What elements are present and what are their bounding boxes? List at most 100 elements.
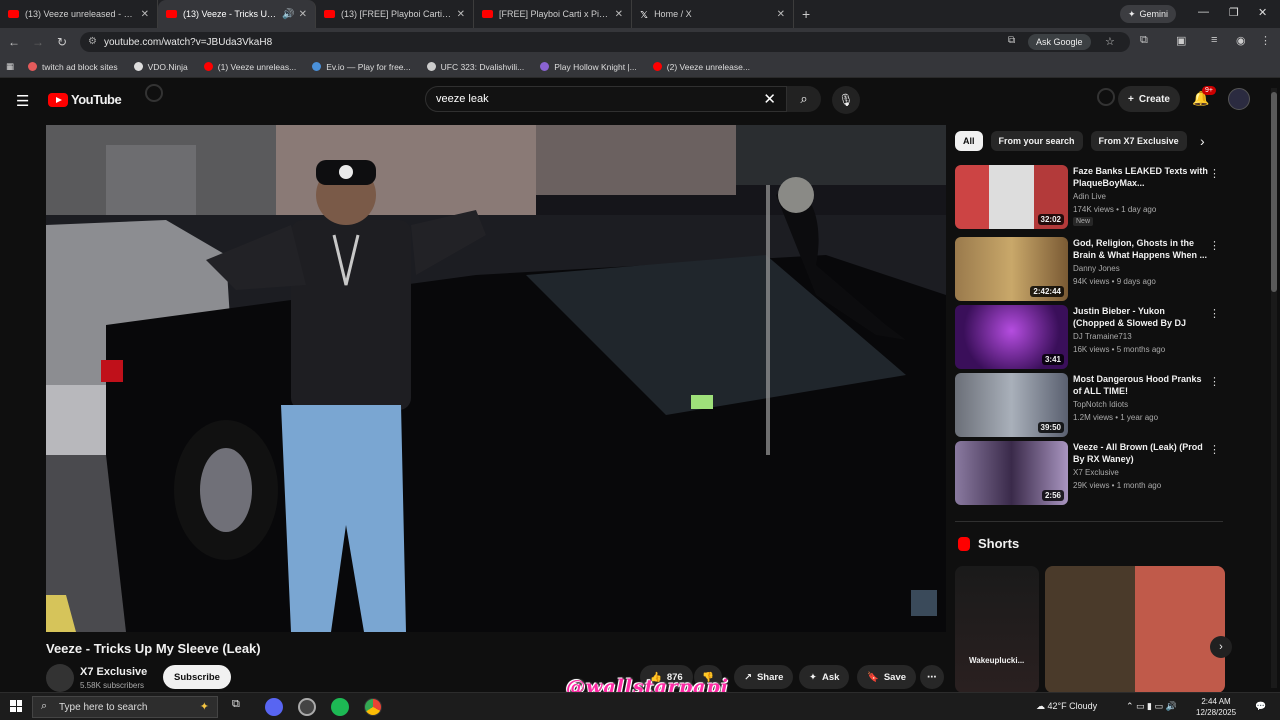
- speaker-icon[interactable]: 🔊: [282, 9, 294, 20]
- install-app-icon[interactable]: ⧉: [1008, 35, 1015, 46]
- video-thumbnail[interactable]: 32:02: [955, 165, 1068, 229]
- avatar[interactable]: [1228, 88, 1250, 110]
- ask-button[interactable]: ✦ Ask: [799, 665, 850, 689]
- recommendation-title[interactable]: Justin Bieber - Yukon (Chopped & Slowed …: [1073, 305, 1208, 330]
- recommendation-title[interactable]: Most Dangerous Hood Pranks of ALL TIME!: [1073, 373, 1208, 397]
- duration-badge: 2:42:44: [1030, 286, 1064, 297]
- hamburger-menu-icon[interactable]: ☰: [16, 92, 29, 110]
- close-icon[interactable]: ✕: [299, 9, 307, 20]
- back-button[interactable]: ←: [2, 35, 26, 49]
- duration-badge: 3:41: [1041, 354, 1064, 365]
- reload-button[interactable]: ↻: [50, 35, 74, 49]
- chip-from-your-search[interactable]: From your search: [990, 131, 1083, 151]
- recommendation-channel[interactable]: X7 Exclusive: [1073, 468, 1119, 477]
- browser-tab-active[interactable]: (13) Veeze - Tricks Up My Sl... 🔊 ✕: [158, 0, 316, 28]
- browser-tab[interactable]: (13) [FREE] Playboi Carti x Pierre... ✕: [316, 0, 474, 28]
- create-button[interactable]: + Create: [1118, 86, 1180, 112]
- system-tray-icons[interactable]: ⌃ ▭ ▮ ▭ 🔊: [1126, 701, 1177, 712]
- clock[interactable]: 2:44 AM 12/28/2025: [1196, 696, 1236, 718]
- recommendation-channel[interactable]: Adin Live: [1073, 192, 1106, 201]
- bookmark-item[interactable]: Play Hollow Knight |...: [540, 62, 637, 72]
- video-thumbnail[interactable]: 2:56: [955, 441, 1068, 505]
- voice-search-button[interactable]: 🎙: [832, 86, 860, 114]
- channel-name[interactable]: X7 Exclusive: [80, 666, 147, 678]
- chip-from-channel[interactable]: From X7 Exclusive: [1090, 131, 1187, 151]
- recommendation-title[interactable]: God, Religion, Ghosts in the Brain & Wha…: [1073, 237, 1208, 261]
- recommendation-channel[interactable]: DJ Tramaine713: [1073, 332, 1132, 341]
- taskbar-search-input[interactable]: ⌕ Type here to search ✦: [32, 696, 218, 718]
- maximize-button[interactable]: ❐: [1229, 6, 1239, 19]
- spotify-icon[interactable]: [331, 698, 349, 716]
- recommendation-item[interactable]: 3:41 Justin Bieber - Yukon (Chopped & Sl…: [955, 305, 1220, 369]
- search-button[interactable]: ⌕: [787, 86, 821, 112]
- gemini-button[interactable]: ✦ Gemini: [1120, 5, 1177, 23]
- chevron-right-icon[interactable]: ›: [1200, 133, 1205, 149]
- new-tab-button[interactable]: +: [802, 6, 810, 22]
- profile-icon[interactable]: ◉: [1236, 34, 1246, 47]
- task-view-icon[interactable]: ⧉: [232, 698, 250, 716]
- bookmark-star-icon[interactable]: ☆: [1105, 35, 1115, 48]
- close-icon[interactable]: ✕: [141, 9, 149, 20]
- chrome-icon[interactable]: [364, 698, 382, 716]
- recommendation-channel[interactable]: TopNotch Idiots: [1073, 400, 1128, 409]
- subscribe-button[interactable]: Subscribe: [163, 665, 231, 689]
- site-info-icon[interactable]: ⚙: [88, 36, 97, 47]
- extensions-icon[interactable]: ⧉: [1140, 34, 1148, 47]
- more-options-icon[interactable]: ⋮: [1209, 443, 1220, 456]
- chip-all[interactable]: All: [955, 131, 983, 151]
- browser-tab[interactable]: 𝕏 Home / X ✕: [632, 0, 794, 28]
- discord-icon[interactable]: [265, 698, 283, 716]
- more-options-icon[interactable]: ⋮: [1209, 307, 1220, 320]
- more-options-icon[interactable]: ⋮: [1209, 375, 1220, 388]
- weather-widget[interactable]: ☁ 42°F Cloudy: [1036, 701, 1097, 712]
- bookmark-item[interactable]: (2) Veeze unrelease...: [652, 62, 750, 72]
- channel-avatar[interactable]: [46, 664, 74, 692]
- sidebar-icon[interactable]: ▣: [1176, 34, 1186, 47]
- youtube-logo[interactable]: YouTube: [48, 92, 122, 107]
- browser-tab[interactable]: [FREE] Playboi Carti x Pierre Bo... ✕: [474, 0, 632, 28]
- recommendation-item[interactable]: 32:02 Faze Banks LEAKED Texts with Plaqu…: [955, 165, 1220, 229]
- browser-tab[interactable]: (13) Veeze unreleased - Ghost... ✕: [0, 0, 158, 28]
- more-options-icon[interactable]: ⋮: [1209, 167, 1220, 180]
- obs-icon[interactable]: [298, 698, 316, 716]
- recommendation-item[interactable]: 2:42:44 God, Religion, Ghosts in the Bra…: [955, 237, 1220, 301]
- share-button[interactable]: ↗ Share: [734, 665, 794, 689]
- short-item[interactable]: [1045, 566, 1225, 693]
- more-actions-button[interactable]: ⋯: [920, 665, 944, 689]
- recommendation-item[interactable]: 2:56 Veeze - All Brown (Leak) (Prod By R…: [955, 441, 1220, 505]
- recommendation-item[interactable]: 39:50 Most Dangerous Hood Pranks of ALL …: [955, 373, 1220, 437]
- chevron-right-icon[interactable]: ›: [1210, 636, 1232, 658]
- clear-search-icon[interactable]: ✕: [763, 90, 776, 108]
- recommendation-channel[interactable]: Danny Jones: [1073, 264, 1120, 273]
- address-bar[interactable]: ⚙ youtube.com/watch?v=JBUda3VkaH8 ⧉ Ask …: [80, 32, 1130, 52]
- close-icon[interactable]: ✕: [615, 9, 623, 20]
- menu-icon[interactable]: ⋮: [1260, 34, 1271, 47]
- video-thumbnail[interactable]: 39:50: [955, 373, 1068, 437]
- bookmark-item[interactable]: VDO.Ninja: [133, 62, 188, 72]
- forward-button[interactable]: →: [26, 35, 50, 49]
- close-icon[interactable]: ✕: [457, 9, 465, 20]
- media-icon[interactable]: ≡: [1211, 34, 1217, 46]
- bookmark-item[interactable]: twitch ad block sites: [28, 62, 118, 72]
- video-thumbnail[interactable]: 2:42:44: [955, 237, 1068, 301]
- video-thumbnail[interactable]: 3:41: [955, 305, 1068, 369]
- page-scrollbar[interactable]: [1271, 88, 1277, 688]
- scrollbar-thumb[interactable]: [1271, 92, 1277, 292]
- ask-google-button[interactable]: Ask Google: [1028, 34, 1091, 50]
- save-button[interactable]: 🔖 Save: [857, 665, 917, 689]
- bookmark-item[interactable]: UFC 323: Dvalishvili...: [426, 62, 524, 72]
- minimize-button[interactable]: —: [1198, 6, 1209, 18]
- recommendation-title[interactable]: Faze Banks LEAKED Texts with PlaqueBoyMa…: [1073, 165, 1208, 189]
- apps-icon[interactable]: ▦: [6, 61, 14, 72]
- short-item[interactable]: Wakeuplucki...: [955, 566, 1039, 693]
- windows-start-icon[interactable]: [10, 700, 22, 712]
- window-close-button[interactable]: ✕: [1258, 6, 1267, 19]
- bookmark-item[interactable]: Ev.io — Play for free...: [312, 62, 411, 72]
- close-icon[interactable]: ✕: [777, 9, 785, 20]
- bookmark-item[interactable]: (1) Veeze unreleas...: [203, 62, 296, 72]
- more-options-icon[interactable]: ⋮: [1209, 239, 1220, 252]
- search-input[interactable]: veeze leak ✕: [425, 86, 787, 112]
- recommendation-title[interactable]: Veeze - All Brown (Leak) (Prod By RX Wan…: [1073, 441, 1208, 465]
- video-player[interactable]: [46, 125, 946, 632]
- notification-center-icon[interactable]: 💬: [1255, 701, 1266, 712]
